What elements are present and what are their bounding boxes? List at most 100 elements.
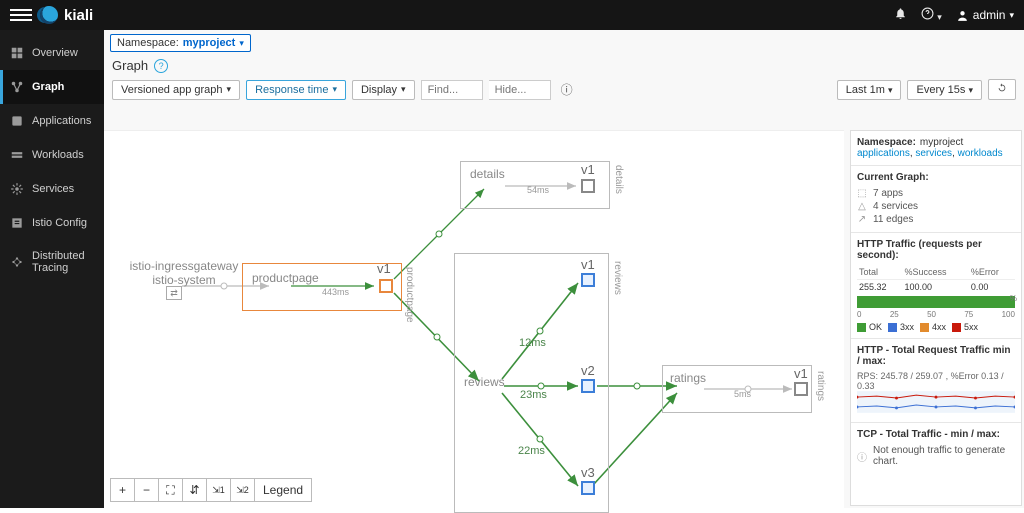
- link-applications[interactable]: applications: [857, 148, 910, 159]
- link-services[interactable]: services: [915, 148, 952, 159]
- find-help-button[interactable]: ⓘ: [561, 81, 573, 98]
- layout-default-button[interactable]: ⇵: [183, 479, 207, 501]
- sidebar: Overview Graph Applications Workloads Se…: [0, 30, 104, 508]
- node-reviews-v3[interactable]: v3: [581, 465, 595, 480]
- tracing-icon: [10, 255, 24, 269]
- info-icon: ⓘ: [857, 449, 867, 464]
- edge-label: 5ms: [734, 389, 751, 399]
- count-apps: 7 apps: [873, 188, 903, 199]
- link-workloads[interactable]: workloads: [958, 148, 1003, 159]
- service-triangle-icon: [274, 286, 290, 300]
- graph-canvas[interactable]: istio-ingressgateway istio-system ⇄ prod…: [104, 130, 844, 508]
- node-details-svc[interactable]: details: [470, 167, 505, 181]
- http-traffic-table: Total%Success%Error 255.32 100.00 0.00: [857, 265, 1015, 294]
- service-triangle-icon: [488, 183, 504, 197]
- graph-type-select[interactable]: Versioned app graph▾: [112, 80, 240, 100]
- layout-icon: ⇵: [189, 483, 199, 497]
- cell-success: 100.00: [902, 280, 968, 295]
- menu-toggle-button[interactable]: [10, 4, 32, 26]
- topology-icon: [10, 80, 24, 94]
- chevron-down-icon: ▾: [239, 38, 244, 49]
- cell-total: 255.32: [857, 280, 902, 295]
- node-productpage-svc[interactable]: productpage: [252, 271, 319, 285]
- services-icon: [10, 182, 24, 196]
- user-icon: [956, 9, 969, 22]
- tcp-empty-msg: Not enough traffic to generate chart.: [873, 445, 1015, 467]
- panel-current-graph: Current Graph: ⬚7 apps △4 services ↗11 e…: [851, 166, 1021, 233]
- config-icon: [10, 216, 24, 230]
- refresh-icon: [997, 83, 1007, 93]
- sidebar-item-istio-config[interactable]: Istio Config: [0, 206, 104, 240]
- refresh-interval-select[interactable]: Every 15s ▾: [907, 80, 982, 100]
- hide-panel-button[interactable]: « Hide: [850, 139, 851, 175]
- page-info-button[interactable]: ?: [154, 59, 168, 73]
- sidebar-item-graph[interactable]: Graph: [0, 70, 104, 104]
- edge-label: 12ms: [519, 337, 546, 349]
- layout-label: ⇲1: [212, 485, 225, 496]
- namespace-selector[interactable]: Namespace: myproject ▾: [110, 34, 251, 52]
- page-title: Graph: [112, 58, 148, 73]
- zoom-in-button[interactable]: +: [111, 479, 135, 501]
- fit-button[interactable]: ⛶: [159, 479, 183, 501]
- node-ratings-v1[interactable]: v1: [794, 366, 808, 381]
- sidebar-label: Workloads: [32, 149, 84, 161]
- panel-section-title: HTTP - Total Request Traffic min / max:: [857, 345, 1015, 367]
- edges-icon: ↗: [857, 214, 867, 225]
- sidebar-item-services[interactable]: Services: [0, 172, 104, 206]
- count-edges: 11 edges: [873, 214, 913, 225]
- kiali-logo-icon: [40, 6, 58, 24]
- namespace-label: Namespace:: [117, 37, 179, 49]
- refresh-button[interactable]: [988, 79, 1016, 100]
- namespace-bar: Namespace: myproject ▾: [104, 30, 1024, 52]
- edge-metric-select[interactable]: Response time▾: [246, 80, 346, 100]
- sidebar-item-tracing[interactable]: Distributed Tracing: [0, 240, 104, 284]
- sidebar-label: Applications: [32, 115, 91, 127]
- bell-icon: [894, 7, 907, 20]
- workload-square-icon: [581, 273, 595, 287]
- help-button[interactable]: ▾: [921, 7, 942, 23]
- sidebar-item-overview[interactable]: Overview: [0, 36, 104, 70]
- group-label: reviews: [612, 261, 623, 295]
- panel-namespace: Namespace:myproject applications, servic…: [851, 131, 1021, 166]
- zoom-out-button[interactable]: −: [135, 479, 159, 501]
- node-productpage-v1[interactable]: v1: [377, 261, 391, 276]
- workload-square-icon: [581, 481, 595, 495]
- sidebar-item-workloads[interactable]: Workloads: [0, 138, 104, 172]
- panel-http-traffic: HTTP Traffic (requests per second): Tota…: [851, 233, 1021, 339]
- layout-2-button[interactable]: ⇲2: [231, 479, 255, 501]
- display-select[interactable]: Display▾: [352, 80, 415, 100]
- legend-button[interactable]: Legend: [255, 479, 311, 501]
- hide-input[interactable]: [489, 80, 551, 100]
- sidebar-item-applications[interactable]: Applications: [0, 104, 104, 138]
- http-sparkline: [857, 391, 1015, 413]
- group-label: ratings: [815, 371, 826, 401]
- panel-http-minmax: HTTP - Total Request Traffic min / max: …: [851, 339, 1021, 423]
- panel-section-title: Current Graph:: [857, 172, 1015, 183]
- node-details-v1[interactable]: v1: [581, 162, 595, 177]
- duration-select[interactable]: Last 1m ▾: [837, 80, 902, 100]
- help-icon: [921, 7, 934, 20]
- notifications-button[interactable]: [894, 7, 907, 23]
- summary-panel: « Hide Namespace:myproject applications,…: [850, 130, 1022, 506]
- workload-square-icon: [581, 379, 595, 393]
- zoom-toolbar: + − ⛶ ⇵ ⇲1 ⇲2 Legend: [110, 478, 312, 502]
- http-legend: OK 3xx 4xx 5xx: [857, 322, 1015, 332]
- workload-square-icon: [581, 179, 595, 193]
- ingress-icon: ⇄: [166, 286, 182, 300]
- sidebar-label: Services: [32, 183, 74, 195]
- http-minmax-subtitle: RPS: 245.78 / 259.07 , %Error 0.13 / 0.3…: [857, 371, 1015, 391]
- user-menu-button[interactable]: admin ▾: [956, 8, 1014, 22]
- dashboard-icon: [10, 46, 24, 60]
- layout-1-button[interactable]: ⇲1: [207, 479, 231, 501]
- fit-icon: ⛶: [166, 483, 174, 498]
- node-ingress[interactable]: istio-ingressgateway istio-system: [129, 259, 239, 287]
- node-reviews-v2[interactable]: v2: [581, 363, 595, 378]
- cell-error: 0.00: [969, 280, 1015, 295]
- find-input[interactable]: [421, 80, 483, 100]
- node-reviews-v1[interactable]: v1: [581, 257, 595, 272]
- node-ratings-svc[interactable]: ratings: [670, 371, 706, 385]
- apps-icon: ⬚: [857, 188, 867, 199]
- count-services: 4 services: [873, 201, 918, 212]
- service-triangle-icon: [684, 387, 700, 401]
- topbar: kiali ▾ admin ▾: [0, 0, 1024, 30]
